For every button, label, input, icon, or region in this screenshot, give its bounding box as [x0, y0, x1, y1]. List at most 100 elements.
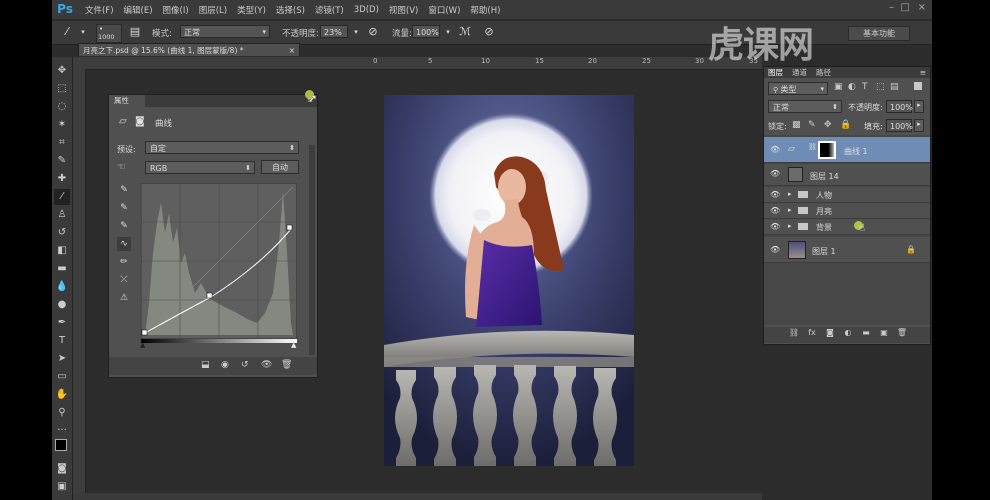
filter-pixel-icon[interactable]: ▣ [834, 82, 843, 92]
magic-wand-tool-icon[interactable]: ✶ [54, 117, 70, 133]
gradient-tool-icon[interactable]: ▬ [54, 261, 70, 277]
visibility-eye-icon[interactable]: 👁 [770, 223, 780, 231]
quick-mask-icon[interactable]: ◙ [54, 461, 70, 477]
group-expand-icon[interactable]: ▸ [788, 222, 792, 230]
toggle-visibility-icon[interactable]: 👁 [261, 360, 272, 370]
curve-control-point[interactable] [141, 329, 148, 336]
layer-name[interactable]: 月亮 [816, 206, 832, 217]
auto-button[interactable]: 自动 [261, 160, 299, 174]
filter-toggle-icon[interactable] [914, 82, 922, 90]
curve-draw-pencil-icon[interactable]: ✏ [117, 255, 131, 269]
lock-transparent-icon[interactable]: ▩ [792, 120, 801, 130]
layer-opacity-dropdown-icon[interactable]: ▸ [914, 100, 924, 113]
curve-edit-points-icon[interactable]: ∿ [117, 237, 131, 251]
link-layers-icon[interactable]: ⛓ [788, 327, 800, 339]
clip-to-layer-icon[interactable]: ⬓ [201, 360, 210, 370]
filter-shape-icon[interactable]: ⬚ [876, 82, 885, 92]
menu-edit[interactable]: 编辑(E) [119, 4, 158, 16]
layer-row-curves-1[interactable]: 👁 ▱ ⛓ 曲线 1 [764, 137, 930, 163]
mode-select[interactable]: 正常 ▾ [180, 25, 270, 38]
menu-image[interactable]: 图像(I) [158, 4, 194, 16]
healing-brush-tool-icon[interactable]: ✚ [54, 171, 70, 187]
history-brush-tool-icon[interactable]: ↺ [54, 225, 70, 241]
flow-input[interactable]: 100% [412, 25, 440, 38]
menu-type[interactable]: 类型(Y) [232, 4, 271, 16]
properties-tab[interactable]: 属性 [109, 95, 145, 107]
layer-row-layer-14[interactable]: 👁 图层 14 [764, 164, 930, 186]
smooth-curve-icon[interactable]: ⤫ [117, 273, 131, 287]
layer-name[interactable]: 图层 1 [812, 246, 836, 257]
new-group-icon[interactable]: ▬ [860, 327, 872, 339]
lock-all-icon[interactable]: 🔒 [840, 120, 851, 130]
layer-name[interactable]: 图层 14 [810, 171, 839, 182]
foreground-color-swatch[interactable] [55, 439, 67, 451]
layer-mask-thumbnail[interactable] [818, 141, 836, 159]
visibility-eye-icon[interactable]: 👁 [770, 146, 780, 154]
document-image[interactable] [384, 95, 634, 466]
channel-select[interactable]: RGB ⬍ [145, 161, 255, 174]
layer-group-moon[interactable]: 👁 ▸ 月亮 [764, 203, 930, 219]
minimize-icon[interactable]: – [889, 2, 894, 13]
delete-adjustment-icon[interactable]: 🗑 [281, 360, 292, 370]
group-expand-icon[interactable]: ▸ [788, 206, 792, 214]
path-selection-tool-icon[interactable]: ➤ [54, 351, 70, 367]
move-tool-icon[interactable]: ✥ [54, 63, 70, 79]
visibility-eye-icon[interactable]: 👁 [770, 207, 780, 215]
brush-preset-picker[interactable]: • 1000 [96, 24, 122, 43]
layer-name[interactable]: 背景 [816, 222, 832, 233]
visibility-eye-icon[interactable]: 👁 [770, 191, 780, 199]
layer-name[interactable]: 曲线 1 [844, 146, 868, 157]
fill-dropdown-icon[interactable]: ▸ [914, 119, 924, 132]
pressure-opacity-icon[interactable]: ⊘ [366, 25, 380, 39]
menu-window[interactable]: 窗口(W) [423, 4, 465, 16]
panel-menu-icon[interactable]: ≡ [920, 67, 926, 78]
curve-control-point[interactable] [286, 224, 293, 231]
menu-file[interactable]: 文件(F) [80, 4, 119, 16]
layer-row-layer-1[interactable]: 👁 图层 1 🔒 [764, 237, 930, 263]
crop-tool-icon[interactable]: ⌗ [54, 135, 70, 151]
marquee-tool-icon[interactable]: ⬚ [54, 81, 70, 97]
black-slider-icon[interactable]: ▲ [140, 341, 145, 349]
tab-paths[interactable]: 路径 [816, 67, 831, 78]
layer-style-icon[interactable]: fx [806, 327, 818, 339]
add-mask-icon[interactable]: ◙ [824, 327, 836, 339]
pressure-size-icon[interactable]: ⊘ [482, 25, 496, 39]
airbrush-icon[interactable]: ℳ [458, 25, 472, 39]
pen-tool-icon[interactable]: ✒ [54, 315, 70, 331]
lock-image-icon[interactable]: ✎ [808, 120, 816, 130]
tab-layers[interactable]: 图层 [768, 67, 783, 78]
zoom-tool-icon[interactable]: ⚲ [54, 405, 70, 421]
white-point-eyedropper-icon[interactable]: ✎ [117, 219, 131, 233]
lock-position-icon[interactable]: ✥ [824, 120, 832, 130]
opacity-dropdown-icon[interactable]: ▾ [349, 25, 363, 39]
filter-smart-object-icon[interactable]: ▤ [890, 82, 899, 92]
more-tools-icon[interactable]: ··· [54, 423, 70, 439]
blend-mode-select[interactable]: 正常 ⬍ [768, 100, 842, 113]
maximize-icon[interactable]: □ [901, 2, 910, 13]
dodge-tool-icon[interactable]: ● [54, 297, 70, 313]
new-layer-icon[interactable]: ▣ [878, 327, 890, 339]
preset-select[interactable]: 自定 ⬍ [145, 141, 299, 154]
menu-view[interactable]: 视图(V) [384, 4, 423, 16]
visibility-eye-icon[interactable]: 👁 [770, 246, 780, 254]
hand-tool-icon[interactable]: ✋ [54, 387, 70, 403]
shape-tool-icon[interactable]: ▭ [54, 369, 70, 385]
visibility-eye-icon[interactable]: 👁 [770, 170, 780, 178]
delete-layer-icon[interactable]: 🗑 [896, 327, 908, 339]
targeted-adjustment-hand-icon[interactable]: ☜ [117, 162, 126, 173]
filter-type-icon[interactable]: T [862, 82, 868, 92]
menu-layer[interactable]: 图层(L) [194, 4, 232, 16]
tab-channels[interactable]: 通道 [792, 67, 807, 78]
layer-name[interactable]: 人物 [816, 190, 832, 201]
clipping-warning-icon[interactable]: ⚠ [117, 291, 131, 305]
fill-input[interactable]: 100% [886, 119, 913, 132]
clone-stamp-tool-icon[interactable]: ♙ [54, 207, 70, 223]
brush-tool-icon[interactable]: ⁄ [54, 189, 70, 205]
new-adjustment-layer-icon[interactable]: ◐ [842, 327, 854, 339]
layer-group-background[interactable]: 👁 ▸ 背景 ☝ [764, 219, 930, 235]
brush-panel-icon[interactable]: ▤ [128, 25, 142, 39]
layer-group-people[interactable]: 👁 ▸ 人物 [764, 187, 930, 203]
mask-link-icon[interactable]: ⛓ [808, 143, 817, 151]
tab-close-icon[interactable]: × [289, 44, 295, 57]
eraser-tool-icon[interactable]: ◧ [54, 243, 70, 259]
